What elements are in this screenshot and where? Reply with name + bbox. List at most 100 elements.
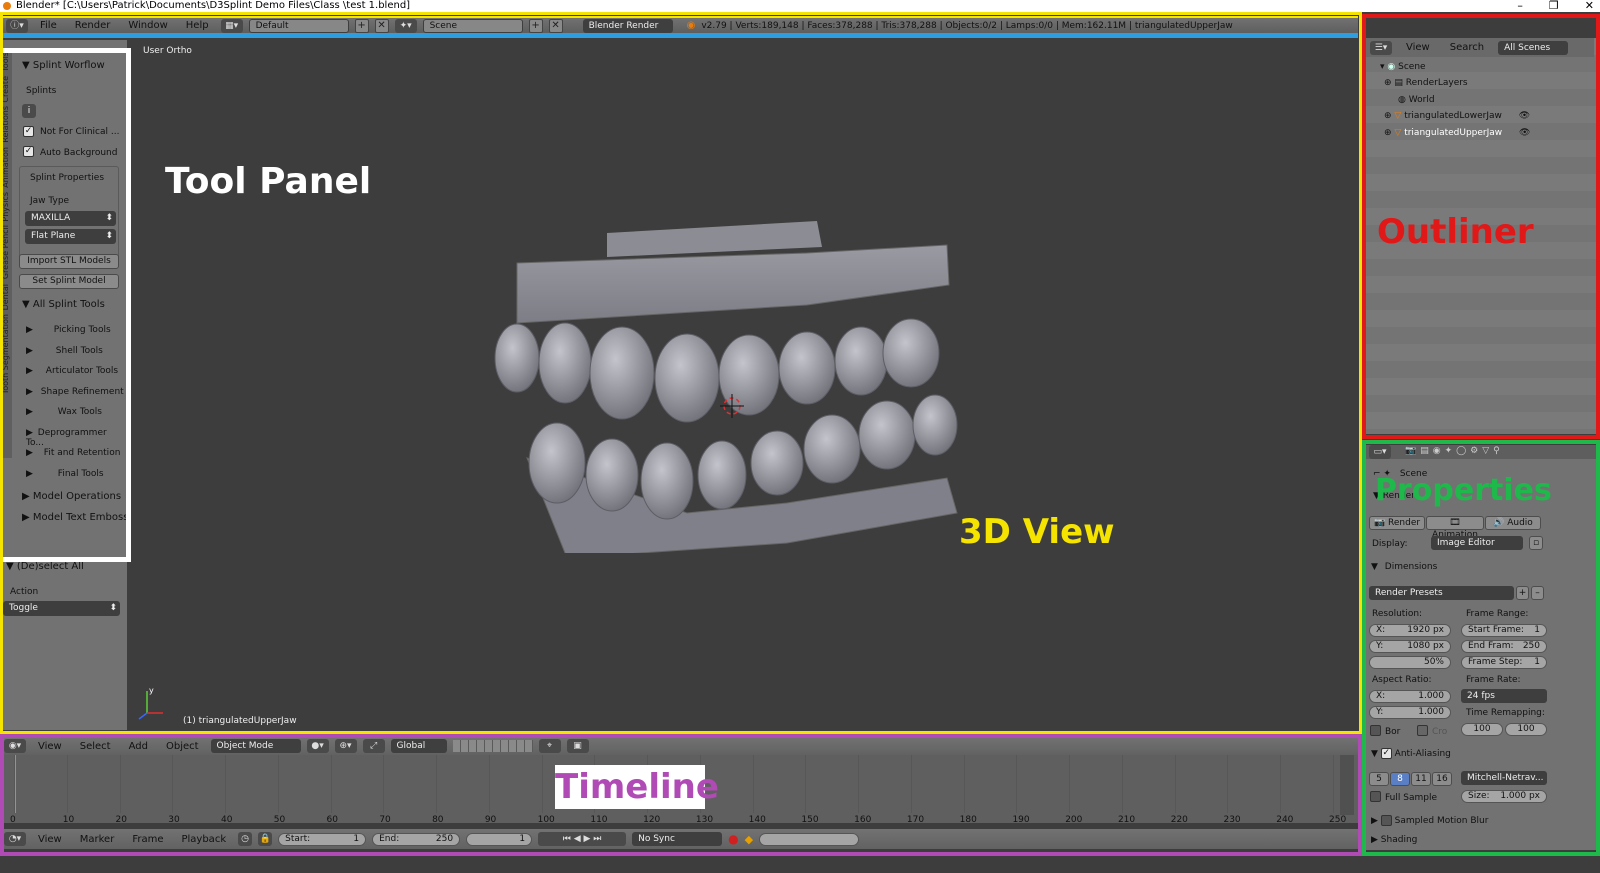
render-button[interactable]: 📷 Render bbox=[1369, 516, 1425, 530]
aspect-x-field[interactable]: X: 1.000 bbox=[1369, 690, 1451, 703]
frame-rate-select[interactable]: 24 fps bbox=[1461, 689, 1547, 703]
add-scene-button[interactable]: + bbox=[528, 18, 543, 33]
pivot-select-icon[interactable]: ⊕▾ bbox=[334, 739, 357, 753]
dimensions-heading[interactable]: ▼ Dimensions bbox=[1371, 562, 1437, 572]
render-engine-select[interactable]: Blender Render bbox=[582, 18, 673, 33]
remove-scene-button[interactable]: ✕ bbox=[548, 18, 563, 33]
outliner-item-renderlayers[interactable]: ⊕ ▤ RenderLayers bbox=[1384, 78, 1468, 88]
res-percent-field[interactable]: 50% bbox=[1369, 656, 1451, 669]
tab-animation[interactable]: Animation bbox=[1, 147, 10, 188]
frame-step-prop[interactable]: Frame Step: 1 bbox=[1461, 656, 1547, 669]
mode-select[interactable]: Object Mode bbox=[210, 739, 301, 753]
record-icon[interactable]: ● bbox=[728, 832, 738, 846]
properties-editor-type-button[interactable]: ▭▾ bbox=[1369, 445, 1391, 459]
minimize-button[interactable]: – bbox=[1517, 0, 1523, 12]
shading-heading[interactable]: ▶ Shading bbox=[1371, 835, 1417, 845]
view3d-editor-type-button[interactable]: ◉▾ bbox=[4, 739, 26, 753]
filter-size-field[interactable]: Size: 1.000 px bbox=[1461, 790, 1547, 803]
time-remap-old-field[interactable]: 100 bbox=[1461, 723, 1503, 736]
screen-layout-icon[interactable]: ▦▾ bbox=[220, 18, 243, 33]
start-frame-field[interactable]: Start: 1 bbox=[278, 832, 367, 846]
deselect-all-heading[interactable]: ▼ (De)select All bbox=[6, 561, 84, 572]
snap-icon[interactable]: ⌖ bbox=[538, 739, 561, 753]
outliner-filter-select[interactable]: All Scenes bbox=[1498, 40, 1569, 55]
aa-samples-11[interactable]: 11 bbox=[1411, 772, 1431, 786]
display-lock-icon[interactable]: ▫ bbox=[1529, 536, 1543, 550]
tab-dental[interactable]: Dental bbox=[1, 284, 10, 310]
outliner-item-scene[interactable]: ▾ ◉ Scene bbox=[1380, 62, 1426, 72]
menu-object[interactable]: Object bbox=[160, 741, 205, 752]
tool-item[interactable]: ▶ Wax Tools bbox=[26, 407, 102, 417]
menu-marker[interactable]: Marker bbox=[74, 834, 121, 845]
menu-frame[interactable]: Frame bbox=[126, 834, 169, 845]
context-icons[interactable]: 📷▤◉✦◯⚙▽⚲ bbox=[1405, 446, 1504, 456]
add-layout-button[interactable]: + bbox=[354, 18, 369, 33]
end-frame-prop[interactable]: End Fram: 250 bbox=[1461, 640, 1547, 653]
tool-item[interactable]: ▶ Fit and Retention bbox=[26, 448, 120, 458]
set-splint-button[interactable]: Set Splint Model bbox=[19, 274, 119, 289]
tab-relations[interactable]: Relations bbox=[1, 106, 10, 143]
timeline-editor-type-button[interactable]: ◔▾ bbox=[4, 832, 26, 846]
layer-buttons[interactable] bbox=[452, 740, 533, 752]
add-preset-button[interactable]: + bbox=[1516, 586, 1529, 600]
properties-context-bar[interactable]: ▭▾ 📷▤◉✦◯⚙▽⚲ bbox=[1365, 445, 1596, 459]
model-operations-heading[interactable]: ▶ Model Operations bbox=[22, 491, 121, 502]
remove-preset-button[interactable]: – bbox=[1531, 586, 1544, 600]
tab-create[interactable]: Create bbox=[1, 76, 10, 103]
menu-playback[interactable]: Playback bbox=[175, 834, 232, 845]
shading-select-icon[interactable]: ●▾ bbox=[306, 739, 329, 753]
tool-item[interactable]: ▶ Picking Tools bbox=[26, 325, 111, 335]
full-sample-checkbox[interactable] bbox=[1370, 791, 1381, 802]
keying-set-field[interactable] bbox=[759, 832, 860, 846]
visibility-eye-icon[interactable]: 👁 bbox=[1519, 128, 1530, 138]
tool-item[interactable]: ▶ Final Tools bbox=[26, 469, 104, 479]
start-frame-prop[interactable]: Start Frame: 1 bbox=[1461, 624, 1547, 637]
tool-item[interactable]: ▶ Shape Refinement bbox=[26, 387, 124, 397]
aa-samples-16[interactable]: 16 bbox=[1432, 772, 1452, 786]
menu-render[interactable]: Render bbox=[69, 20, 117, 31]
all-splint-tools-heading[interactable]: ▼ All Splint Tools bbox=[22, 299, 105, 310]
plane-select[interactable]: Flat Plane ⬍ bbox=[25, 229, 116, 244]
menu-select[interactable]: Select bbox=[74, 741, 117, 752]
tool-item[interactable]: ▶ Shell Tools bbox=[26, 346, 103, 356]
outliner-item-lower-jaw[interactable]: ⊕ ▽ triangulatedLowerJaw 👁 bbox=[1384, 111, 1530, 121]
import-stl-button[interactable]: Import STL Models bbox=[19, 254, 119, 269]
menu-file[interactable]: File bbox=[34, 20, 63, 31]
auto-background-checkbox[interactable]: ✓ bbox=[23, 146, 34, 157]
outliner-editor-type-button[interactable]: ☰▾ bbox=[1370, 40, 1392, 55]
screen-layout-field[interactable]: Default bbox=[248, 18, 349, 33]
not-clinical-checkbox[interactable]: ✓ bbox=[23, 126, 34, 137]
remove-layout-button[interactable]: ✕ bbox=[374, 18, 389, 33]
visibility-eye-icon[interactable]: 👁 bbox=[1519, 111, 1530, 121]
outliner-item-upper-jaw[interactable]: ⊕ ▽ triangulatedUpperJaw 👁 bbox=[1384, 128, 1530, 138]
res-y-field[interactable]: Y: 1080 px bbox=[1369, 640, 1451, 653]
maximize-button[interactable]: ❐ bbox=[1549, 0, 1559, 12]
menu-add[interactable]: Add bbox=[123, 741, 154, 752]
current-frame-field[interactable]: 1 bbox=[466, 832, 533, 846]
jaw-type-select[interactable]: MAXILLA ⬍ bbox=[25, 211, 116, 226]
motion-blur-heading[interactable]: ▶ Sampled Motion Blur bbox=[1371, 815, 1488, 826]
dental-model[interactable] bbox=[487, 213, 967, 553]
menu-view[interactable]: View bbox=[32, 741, 68, 752]
menu-help[interactable]: Help bbox=[180, 20, 215, 31]
menu-timeline-view[interactable]: View bbox=[32, 834, 68, 845]
manipulator-icon[interactable]: ⤢ bbox=[362, 739, 385, 753]
animation-button[interactable]: 🎞 Animation bbox=[1426, 516, 1484, 540]
tool-item[interactable]: ▶ Deprogrammer To... bbox=[26, 428, 127, 448]
time-remap-new-field[interactable]: 100 bbox=[1505, 723, 1547, 736]
border-checkbox[interactable] bbox=[1370, 725, 1381, 736]
model-text-emboss-heading[interactable]: ▶ Model Text Emboss bbox=[22, 512, 126, 523]
tab-tooth-segmentation[interactable]: Tooth Segmentation bbox=[1, 314, 10, 394]
res-x-field[interactable]: X: 1920 px bbox=[1369, 624, 1451, 637]
info-icon[interactable]: i bbox=[22, 104, 36, 118]
aspect-y-field[interactable]: Y: 1.000 bbox=[1369, 706, 1451, 719]
aa-samples-5[interactable]: 5 bbox=[1369, 772, 1389, 786]
preview-range-icon[interactable]: ◷ bbox=[238, 832, 253, 846]
viewport-3d[interactable]: User Ortho Tool Panel 3D View (1) triang… bbox=[127, 43, 1355, 730]
keying-icon[interactable]: ◆ bbox=[745, 833, 753, 846]
close-button[interactable]: ✕ bbox=[1585, 0, 1594, 12]
render-preview-icon[interactable]: ▣ bbox=[566, 739, 589, 753]
render-presets-select[interactable]: Render Presets bbox=[1369, 586, 1514, 600]
tab-grease-pencil[interactable]: Grease Pencil bbox=[1, 225, 10, 279]
splint-workflow-heading[interactable]: ▼ Splint Worflow bbox=[22, 60, 105, 71]
